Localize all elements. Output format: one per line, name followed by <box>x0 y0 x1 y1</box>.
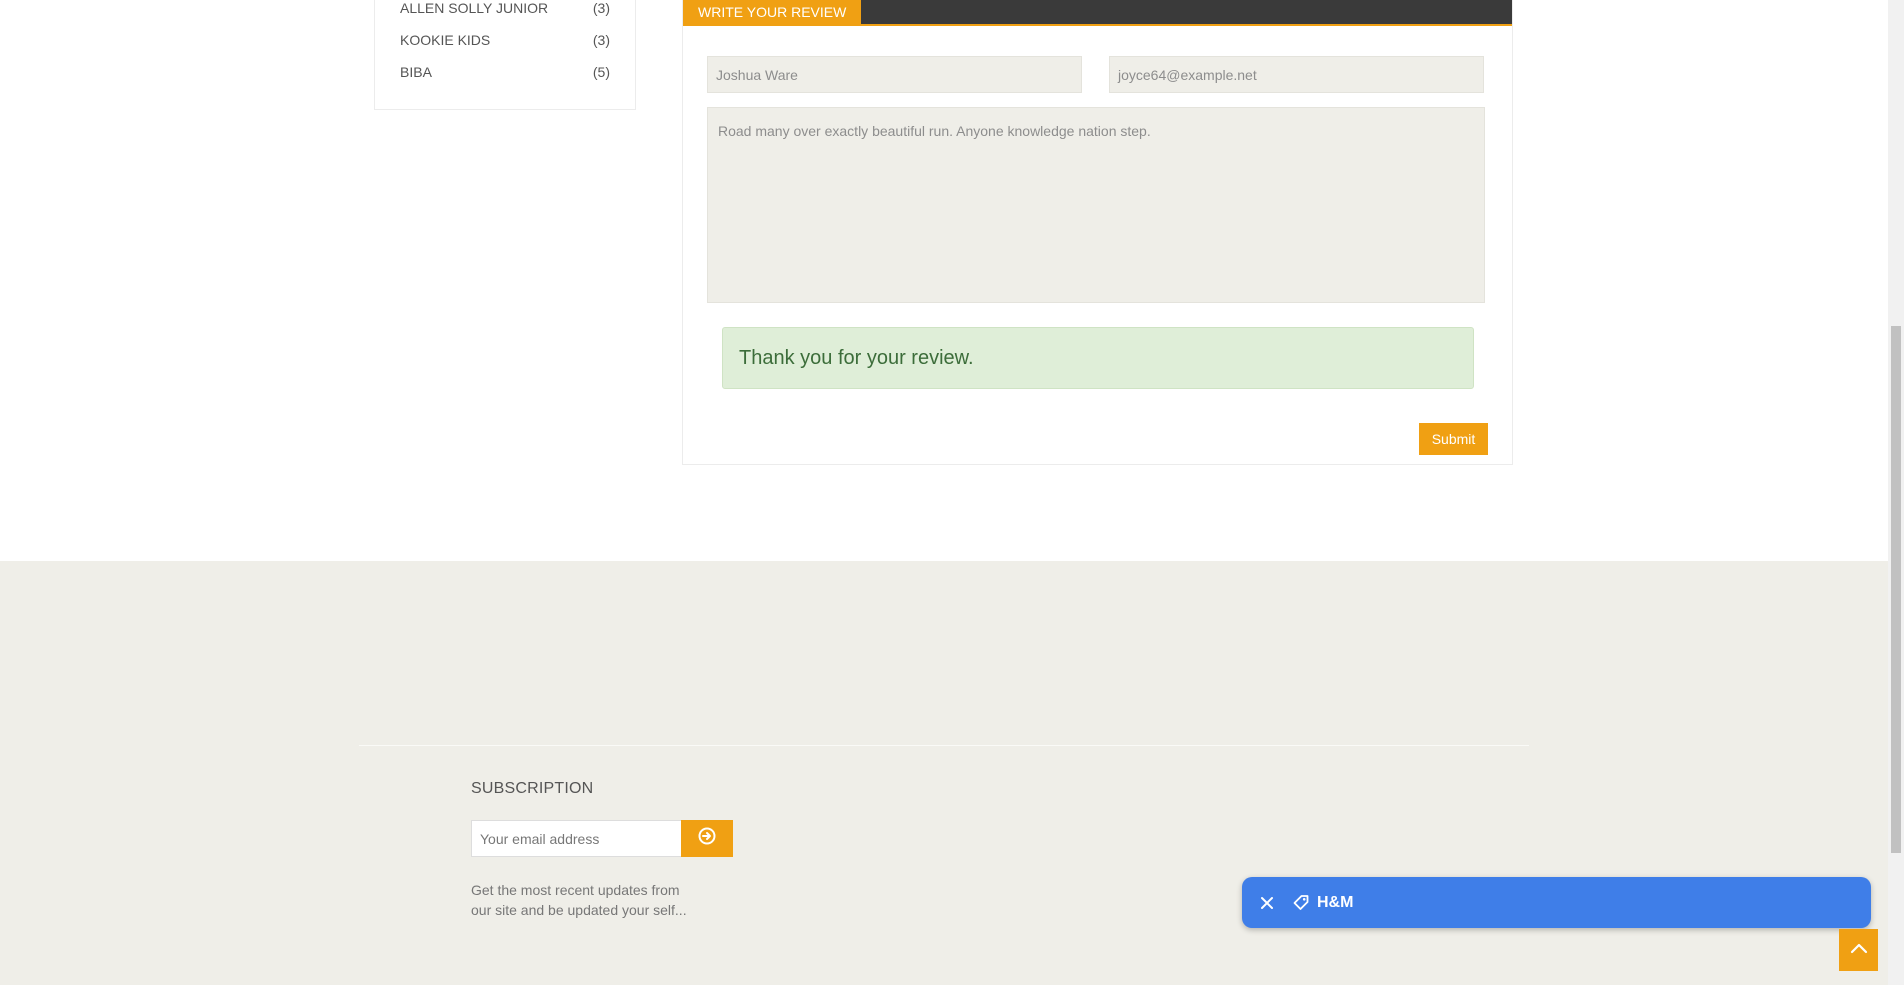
footer-divider <box>359 745 1529 746</box>
tag-icon <box>1291 893 1311 913</box>
brand-count: (3) <box>592 32 610 48</box>
subscription-email-input[interactable]: Your email address <box>471 820 682 857</box>
submit-button[interactable]: Submit <box>1419 423 1488 455</box>
brand-count: (3) <box>592 0 610 16</box>
brand-count: (5) <box>592 64 610 80</box>
brand-filter-panel: ALLEN SOLLY JUNIOR (3) KOOKIE KIDS (3) B… <box>374 0 636 110</box>
tab-write-review[interactable]: WRITE YOUR REVIEW <box>683 0 862 26</box>
subscription-description: Get the most recent updates from our sit… <box>471 882 687 918</box>
email-field[interactable]: joyce64@example.net <box>1109 56 1484 93</box>
page-scrollbar[interactable] <box>1888 0 1904 985</box>
scrollbar-thumb[interactable] <box>1891 326 1901 853</box>
review-header-bar: WRITE YOUR REVIEW <box>683 0 1512 26</box>
toast-label[interactable]: H&M <box>1317 894 1353 912</box>
back-to-top-button[interactable] <box>1839 929 1878 971</box>
brand-name: ALLEN SOLLY JUNIOR <box>400 0 549 16</box>
brand-item-biba[interactable]: BIBA (5) <box>400 62 610 82</box>
brand-item-kookie-kids[interactable]: KOOKIE KIDS (3) <box>400 30 610 50</box>
subscribe-button[interactable] <box>681 820 733 857</box>
close-icon[interactable] <box>1257 893 1277 913</box>
brand-item-allen-solly-junior[interactable]: ALLEN SOLLY JUNIOR (3) <box>400 0 610 18</box>
subscription-title: SUBSCRIPTION <box>471 780 594 797</box>
success-alert: Thank you for your review. <box>722 327 1474 389</box>
brand-name: BIBA <box>400 64 432 80</box>
name-field[interactable]: Joshua Ware <box>707 56 1082 93</box>
review-comment-field[interactable]: Road many over exactly beautiful run. An… <box>707 107 1485 303</box>
chevron-up-icon <box>1850 941 1868 959</box>
brand-name: KOOKIE KIDS <box>400 32 491 48</box>
arrow-circle-right-icon <box>698 827 716 850</box>
brand-toast: H&M <box>1242 877 1871 928</box>
review-form: WRITE YOUR REVIEW Joshua Ware joyce64@ex… <box>682 0 1513 465</box>
